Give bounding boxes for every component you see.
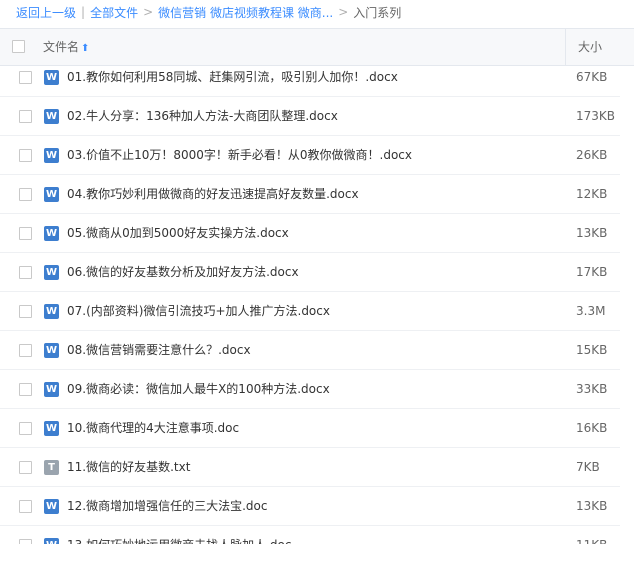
file-size: 16KB [576, 421, 608, 435]
file-name-link[interactable]: 10.微商代理的4大注意事项.doc [67, 409, 239, 447]
file-size: 13KB [576, 499, 608, 513]
file-row[interactable]: W 12.微商增加增强信任的三大法宝.doc 13KB [0, 487, 620, 526]
file-size: 17KB [576, 265, 608, 279]
file-name-link[interactable]: 03.价值不止10万！8000字！新手必看！从0教你做微商！.docx [67, 136, 412, 174]
file-size: 33KB [576, 382, 608, 396]
file-checkbox[interactable] [19, 149, 32, 162]
breadcrumb: 返回上一级 | 全部文件 > 微信营销 微店视频教程课 微商... > 入门系列 [0, 0, 634, 24]
word-file-icon: W [44, 148, 59, 163]
file-row[interactable]: T 11.微信的好友基数.txt 7KB [0, 448, 620, 487]
file-row[interactable]: W 02.牛人分享：136种加人方法-大商团队整理.docx 173KB [0, 97, 620, 136]
file-size: 67KB [576, 70, 608, 84]
file-row[interactable]: W 06.微信的好友基数分析及加好友方法.docx 17KB [0, 253, 620, 292]
sort-arrow-up-icon: ⬆ [81, 43, 90, 54]
file-row[interactable]: W 04.教你巧妙利用做微商的好友迅速提高好友数量.docx 12KB [0, 175, 620, 214]
file-checkbox[interactable] [19, 461, 32, 474]
file-row[interactable]: W 05.微商从0加到5000好友实操方法.docx 13KB [0, 214, 620, 253]
breadcrumb-separator: > [143, 5, 154, 19]
file-size: 15KB [576, 343, 608, 357]
file-checkbox[interactable] [19, 305, 32, 318]
file-name-link[interactable]: 07.(内部资料)微信引流技巧+加人推广方法.docx [67, 292, 330, 330]
file-size: 26KB [576, 148, 608, 162]
file-checkbox[interactable] [19, 110, 32, 123]
parent-folder-link[interactable]: 微信营销 微店视频教程课 微商... [158, 4, 333, 21]
column-header-name-label: 文件名 [43, 40, 80, 54]
file-name-link[interactable]: 05.微商从0加到5000好友实操方法.docx [67, 214, 289, 252]
file-name-link[interactable]: 04.教你巧妙利用做微商的好友迅速提高好友数量.docx [67, 175, 359, 213]
file-name-link[interactable]: 06.微信的好友基数分析及加好友方法.docx [67, 253, 299, 291]
word-file-icon: W [44, 70, 59, 85]
back-link[interactable]: 返回上一级 [16, 4, 76, 21]
file-checkbox[interactable] [19, 266, 32, 279]
file-checkbox[interactable] [19, 71, 32, 84]
word-file-icon: W [44, 421, 59, 436]
file-name-link[interactable]: 09.微商必读：微信加人最牛X的100种方法.docx [67, 370, 330, 408]
file-checkbox[interactable] [19, 422, 32, 435]
file-size: 3.3M [576, 304, 606, 318]
file-row[interactable]: W 09.微商必读：微信加人最牛X的100种方法.docx 33KB [0, 370, 620, 409]
file-checkbox[interactable] [19, 539, 32, 544]
word-file-icon: W [44, 499, 59, 514]
breadcrumb-separator: | [81, 5, 86, 19]
file-list: W 01.教你如何利用58同城、赶集网引流，吸引别人加你！.docx 67KB W 02… [0, 58, 620, 544]
file-row[interactable]: W 07.(内部资料)微信引流技巧+加人推广方法.docx 3.3M [0, 292, 620, 331]
file-row[interactable]: W 03.价值不止10万！8000字！新手必看！从0教你做微商！.docx 26KB [0, 136, 620, 175]
file-name-link[interactable]: 13.如何巧妙地运用微商去找人脉加人.doc [67, 526, 291, 544]
file-size: 7KB [576, 460, 600, 474]
file-row[interactable]: W 13.如何巧妙地运用微商去找人脉加人.doc 11KB [0, 526, 620, 544]
file-checkbox[interactable] [19, 188, 32, 201]
file-size: 173KB [576, 109, 616, 123]
word-file-icon: W [44, 382, 59, 397]
word-file-icon: W [44, 265, 59, 280]
file-row[interactable]: W 08.微信营销需要注意什么？.docx 15KB [0, 331, 620, 370]
word-file-icon: W [44, 538, 59, 544]
file-checkbox[interactable] [19, 500, 32, 513]
select-all-checkbox[interactable] [12, 40, 25, 53]
word-file-icon: W [44, 226, 59, 241]
file-checkbox[interactable] [19, 344, 32, 357]
scrollbar[interactable] [621, 66, 634, 544]
current-folder: 入门系列 [353, 5, 402, 20]
file-checkbox[interactable] [19, 383, 32, 396]
all-files-link[interactable]: 全部文件 [90, 4, 138, 21]
file-size: 12KB [576, 187, 608, 201]
file-size: 13KB [576, 226, 608, 240]
word-file-icon: W [44, 304, 59, 319]
file-name-link[interactable]: 02.牛人分享：136种加人方法-大商团队整理.docx [67, 97, 338, 135]
file-name-link[interactable]: 11.微信的好友基数.txt [67, 448, 190, 486]
file-checkbox[interactable] [19, 227, 32, 240]
word-file-icon: W [44, 109, 59, 124]
word-file-icon: W [44, 187, 59, 202]
file-name-link[interactable]: 01.教你如何利用58同城、赶集网引流，吸引别人加你！.docx [67, 58, 398, 96]
file-name-link[interactable]: 08.微信营销需要注意什么？.docx [67, 331, 251, 369]
file-row[interactable]: W 10.微商代理的4大注意事项.doc 16KB [0, 409, 620, 448]
breadcrumb-separator: > [338, 5, 349, 19]
file-row[interactable]: W 01.教你如何利用58同城、赶集网引流，吸引别人加你！.docx 67KB [0, 58, 620, 97]
file-name-link[interactable]: 12.微商增加增强信任的三大法宝.doc [67, 487, 267, 525]
file-size: 11KB [576, 526, 607, 544]
word-file-icon: W [44, 343, 59, 358]
text-file-icon: T [44, 460, 59, 475]
